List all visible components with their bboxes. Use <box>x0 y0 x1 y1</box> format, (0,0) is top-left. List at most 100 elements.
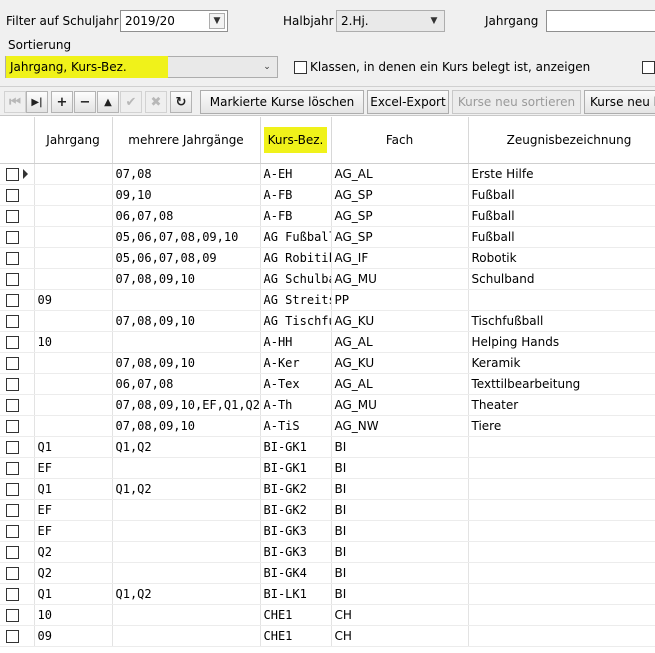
table-row[interactable]: 10 A-HH AG_AL Helping Hands <box>0 331 655 353</box>
row-checkbox[interactable] <box>6 629 19 643</box>
cell-mehrere-jahrgaenge[interactable]: 05,06,07,08,09,10 <box>112 226 261 248</box>
table-row[interactable]: 06,07,08 A-Tex AG_AL Texttilbearbeitung <box>0 373 655 395</box>
row-checkbox[interactable] <box>6 398 19 412</box>
cell-mehrere-jahrgaenge[interactable]: 07,08,09,10 <box>112 415 261 437</box>
cell-zeugnisbezeichnung[interactable]: Fußball <box>468 184 655 206</box>
cell-kurs-bez[interactable]: BI-GK3 <box>260 541 332 563</box>
row-checkbox[interactable] <box>6 167 19 181</box>
row-selector[interactable] <box>0 310 35 332</box>
chevron-down-icon[interactable]: ⌄ <box>259 59 275 75</box>
cell-jahrgang[interactable] <box>34 352 113 374</box>
cell-mehrere-jahrgaenge[interactable]: 06,07,08 <box>112 373 261 395</box>
row-checkbox[interactable] <box>6 230 19 244</box>
cell-kurs-bez[interactable]: A-Tex <box>260 373 332 395</box>
table-row[interactable]: 07,08,09,10,EF,Q1,Q2 A-Th AG_MU Theater <box>0 394 655 416</box>
row-checkbox[interactable] <box>6 566 19 580</box>
cell-zeugnisbezeichnung[interactable]: Tischfußball <box>468 310 655 332</box>
cell-mehrere-jahrgaenge[interactable]: 07,08,09,10 <box>112 310 261 332</box>
cell-kurs-bez[interactable]: BI-LK1 <box>260 583 332 605</box>
table-row[interactable]: 10 CHE1 CH <box>0 604 655 626</box>
row-checkbox[interactable] <box>6 545 19 559</box>
cell-kurs-bez[interactable]: BI-GK4 <box>260 562 332 584</box>
delete-marked-courses-button[interactable]: Markierte Kurse löschen <box>200 90 364 114</box>
cell-zeugnisbezeichnung[interactable]: Helping Hands <box>468 331 655 353</box>
cell-mehrere-jahrgaenge[interactable] <box>112 625 261 647</box>
table-row[interactable]: Q1 Q1,Q2 BI-LK1 BI <box>0 583 655 605</box>
row-selector[interactable] <box>0 520 35 542</box>
cell-zeugnisbezeichnung[interactable]: Keramik <box>468 352 655 374</box>
row-selector[interactable] <box>0 541 35 563</box>
cell-fach[interactable]: AG_SP <box>331 205 469 227</box>
cell-fach[interactable]: AG_AL <box>331 373 469 395</box>
col-header-fach[interactable]: Fach <box>331 117 469 164</box>
row-checkbox[interactable] <box>6 461 19 475</box>
cell-mehrere-jahrgaenge[interactable] <box>112 289 261 311</box>
cell-fach[interactable]: AG_IF <box>331 247 469 269</box>
row-checkbox[interactable] <box>6 524 19 538</box>
cell-fach[interactable]: AG_SP <box>331 184 469 206</box>
cell-zeugnisbezeichnung[interactable] <box>468 457 655 479</box>
row-checkbox[interactable] <box>6 314 19 328</box>
cell-jahrgang[interactable] <box>34 394 113 416</box>
cell-fach[interactable]: BI <box>331 499 469 521</box>
cell-zeugnisbezeichnung[interactable]: Erste Hilfe <box>468 163 655 185</box>
jahrgang-input[interactable] <box>546 10 655 32</box>
cell-jahrgang[interactable]: Q1 <box>34 478 113 500</box>
cell-zeugnisbezeichnung[interactable]: Fußball <box>468 205 655 227</box>
cell-jahrgang[interactable] <box>34 205 113 227</box>
table-row[interactable]: 05,06,07,08,09 AG Robitik AG_IF Robotik <box>0 247 655 269</box>
table-row[interactable]: Q1 Q1,Q2 BI-GK1 BI <box>0 436 655 458</box>
row-selector[interactable] <box>0 478 35 500</box>
cell-jahrgang[interactable]: EF <box>34 457 113 479</box>
cell-fach[interactable]: BI <box>331 457 469 479</box>
cell-fach[interactable]: PP <box>331 289 469 311</box>
cell-zeugnisbezeichnung[interactable] <box>468 625 655 647</box>
cell-mehrere-jahrgaenge[interactable]: 07,08,09,10,EF,Q1,Q2 <box>112 394 261 416</box>
cell-kurs-bez[interactable]: A-Ker <box>260 352 332 374</box>
row-checkbox[interactable] <box>6 482 19 496</box>
cell-zeugnisbezeichnung[interactable] <box>468 562 655 584</box>
cell-mehrere-jahrgaenge[interactable] <box>112 604 261 626</box>
cell-fach[interactable]: BI <box>331 520 469 542</box>
cell-kurs-bez[interactable]: BI-GK2 <box>260 499 332 521</box>
table-row[interactable]: 09 CHE1 CH <box>0 625 655 647</box>
cell-kurs-bez[interactable]: BI-GK1 <box>260 457 332 479</box>
confirm-icon[interactable]: ✔ <box>120 91 142 113</box>
row-selector[interactable] <box>0 247 35 269</box>
cell-kurs-bez[interactable]: BI-GK2 <box>260 478 332 500</box>
cell-jahrgang[interactable] <box>34 226 113 248</box>
first-record-icon[interactable]: ⏮ <box>4 91 26 113</box>
cell-mehrere-jahrgaenge[interactable]: 06,07,08 <box>112 205 261 227</box>
cell-fach[interactable]: AG_NW <box>331 415 469 437</box>
cell-mehrere-jahrgaenge[interactable] <box>112 541 261 563</box>
cell-kurs-bez[interactable]: A-HH <box>260 331 332 353</box>
row-checkbox[interactable] <box>6 272 19 286</box>
cell-mehrere-jahrgaenge[interactable]: Q1,Q2 <box>112 478 261 500</box>
row-checkbox[interactable] <box>6 335 19 349</box>
table-row[interactable]: 09 AG StreitschlichterPP <box>0 289 655 311</box>
cell-kurs-bez[interactable]: A-FB <box>260 205 332 227</box>
resort-courses-button[interactable]: Kurse neu sortieren <box>452 90 581 114</box>
row-checkbox[interactable] <box>6 503 19 517</box>
cell-jahrgang[interactable]: Q2 <box>34 541 113 563</box>
cell-fach[interactable]: CH <box>331 604 469 626</box>
row-selector[interactable] <box>0 583 35 605</box>
cell-jahrgang[interactable]: 10 <box>34 604 113 626</box>
row-checkbox[interactable] <box>6 377 19 391</box>
row-checkbox[interactable] <box>6 188 19 202</box>
row-selector[interactable] <box>0 289 35 311</box>
table-row[interactable]: 07,08 A-EH AG_AL Erste Hilfe <box>0 163 655 185</box>
cell-mehrere-jahrgaenge[interactable]: 07,08 <box>112 163 261 185</box>
cell-kurs-bez[interactable]: AG Tischfußball <box>260 310 332 332</box>
klassen-checkbox[interactable] <box>294 61 307 74</box>
row-checkbox[interactable] <box>6 209 19 223</box>
cell-fach[interactable]: BI <box>331 541 469 563</box>
cell-mehrere-jahrgaenge[interactable]: 09,10 <box>112 184 261 206</box>
schuljahr-select[interactable]: 2019/20 ▼ <box>120 10 228 32</box>
cell-jahrgang[interactable]: 09 <box>34 289 113 311</box>
row-selector[interactable] <box>0 226 35 248</box>
table-row[interactable]: Q2 BI-GK4 BI <box>0 562 655 584</box>
cell-kurs-bez[interactable]: AG Schulband <box>260 268 332 290</box>
cell-fach[interactable]: AG_AL <box>331 331 469 353</box>
add-icon[interactable]: + <box>51 91 73 113</box>
